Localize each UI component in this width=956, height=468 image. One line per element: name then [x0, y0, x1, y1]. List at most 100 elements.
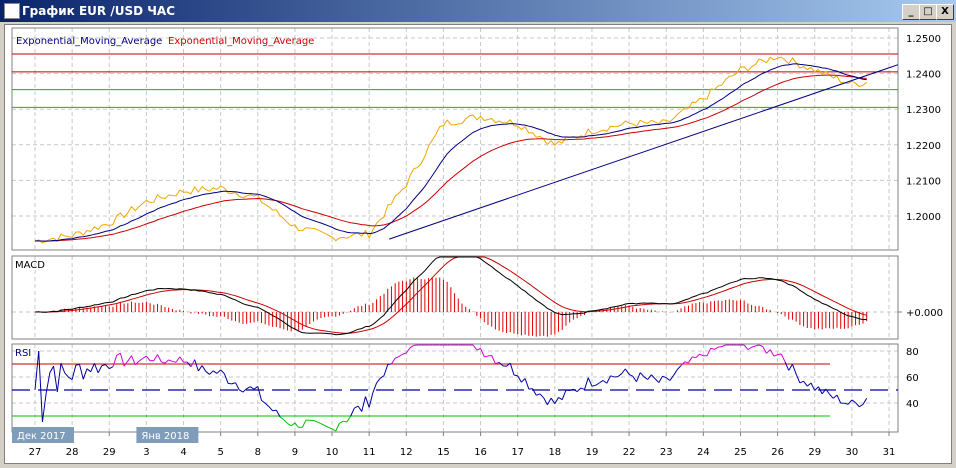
rsi-segment	[476, 348, 481, 351]
rsi-segment	[209, 370, 214, 375]
rsi-segment	[86, 368, 92, 373]
rsi-segment	[669, 375, 675, 381]
rsi-segment	[68, 376, 73, 380]
rsi-segment	[228, 382, 232, 385]
rsi-segment	[316, 421, 322, 425]
rsi-segment	[394, 356, 400, 359]
rsi-segment	[246, 386, 251, 390]
rsi-segment	[409, 344, 415, 349]
rsi-segment	[673, 369, 678, 376]
rsi-segment	[747, 346, 752, 351]
x-tick-label: 23	[660, 447, 673, 458]
rsi-segment	[784, 361, 790, 371]
x-tick-label: 26	[771, 447, 784, 458]
rsi-segment	[368, 392, 374, 408]
rsi-segment	[138, 358, 143, 362]
rsi-label: RSI	[15, 348, 31, 359]
rsi-segment	[82, 368, 88, 380]
x-tick-label: 29	[103, 447, 116, 458]
rsi-segment	[769, 349, 775, 357]
rsi-segment	[780, 353, 786, 363]
rsi-segment	[695, 353, 700, 359]
month-label: Янв 2018	[141, 431, 189, 442]
trend-line	[389, 64, 899, 240]
rsi-segment	[112, 355, 118, 367]
rsi-segment	[665, 377, 671, 381]
rsi-segment	[264, 402, 270, 407]
legend-ema-slow: Exponential_Moving_Average	[168, 36, 314, 47]
rsi-segment	[38, 350, 43, 422]
rsi-segment	[495, 361, 500, 365]
rsi-segment	[346, 415, 352, 423]
rsi-segment	[791, 364, 797, 375]
rsi-segment	[491, 355, 496, 364]
x-tick-label: 28	[66, 447, 79, 458]
rsi-segment	[131, 355, 136, 365]
rsi-segment	[751, 345, 756, 348]
rsi-segment	[829, 394, 834, 399]
rsi-segment	[313, 420, 318, 423]
rsi-segment	[223, 373, 229, 384]
rsi-segment	[684, 361, 689, 364]
rsi-segment	[179, 356, 184, 363]
x-tick-label: 30	[845, 447, 858, 458]
rsi-segment	[335, 422, 340, 432]
rsi-segment	[164, 359, 169, 364]
rsi-segment	[799, 380, 804, 384]
rsi-segment	[231, 382, 236, 385]
rsi-segment	[257, 386, 262, 401]
rsi-segment	[41, 393, 47, 422]
x-tick-label: 12	[400, 447, 413, 458]
x-tick-label: 3	[143, 447, 149, 458]
rsi-segment	[755, 344, 760, 347]
rsi-segment	[253, 386, 259, 390]
rsi-segment	[773, 354, 778, 357]
rsi-segment	[142, 355, 147, 359]
rsi-segment	[576, 387, 582, 392]
rsi-segment	[610, 375, 615, 378]
rsi-segment	[803, 380, 808, 387]
rsi-segment	[197, 365, 203, 372]
price-axis-label: 1.2200	[906, 141, 941, 152]
rsi-segment	[101, 364, 106, 367]
rsi-segment	[536, 393, 541, 396]
x-tick-label: 8	[255, 447, 261, 458]
rsi-segment	[639, 372, 645, 378]
price-axis-label: 1.2500	[906, 34, 941, 45]
rsi-segment	[328, 426, 333, 430]
rsi-segment	[324, 425, 329, 428]
rsi-segment	[49, 365, 55, 373]
rsi-segment	[343, 420, 348, 423]
rsi-segment	[621, 368, 626, 375]
rsi-segment	[832, 394, 838, 399]
macd-axis-label: +0.000	[906, 308, 943, 319]
rsi-segment	[354, 405, 359, 409]
rsi-segment	[383, 364, 389, 376]
price-axis-label: 1.2300	[906, 105, 941, 116]
rsi-segment	[357, 405, 363, 412]
rsi-axis-label: 40	[906, 399, 919, 410]
rsi-segment	[628, 373, 634, 377]
rsi-segment	[90, 363, 95, 373]
rsi-segment	[599, 380, 604, 384]
rsi-segment	[558, 397, 563, 401]
rsi-segment	[339, 420, 344, 424]
rsi-segment	[859, 403, 864, 408]
rsi-segment	[53, 366, 58, 392]
rsi-segment	[168, 359, 173, 362]
rsi-segment	[34, 350, 40, 391]
rsi-segment	[405, 347, 411, 354]
rsi-segment	[543, 397, 548, 405]
rsi-segment	[710, 347, 715, 350]
rsi-segment	[105, 364, 110, 369]
rsi-segment	[376, 377, 381, 384]
rsi-segment	[788, 363, 793, 371]
rsi-segment	[75, 364, 80, 366]
rsi-segment	[528, 388, 533, 390]
rsi-segment	[79, 364, 84, 380]
rsi-axis-label: 60	[906, 373, 919, 384]
rsi-segment	[539, 393, 545, 399]
chart-svg[interactable]: Exponential_Moving_Average Exponential_M…	[0, 0, 956, 468]
rsi-segment	[290, 422, 296, 427]
rsi-segment	[595, 382, 600, 386]
